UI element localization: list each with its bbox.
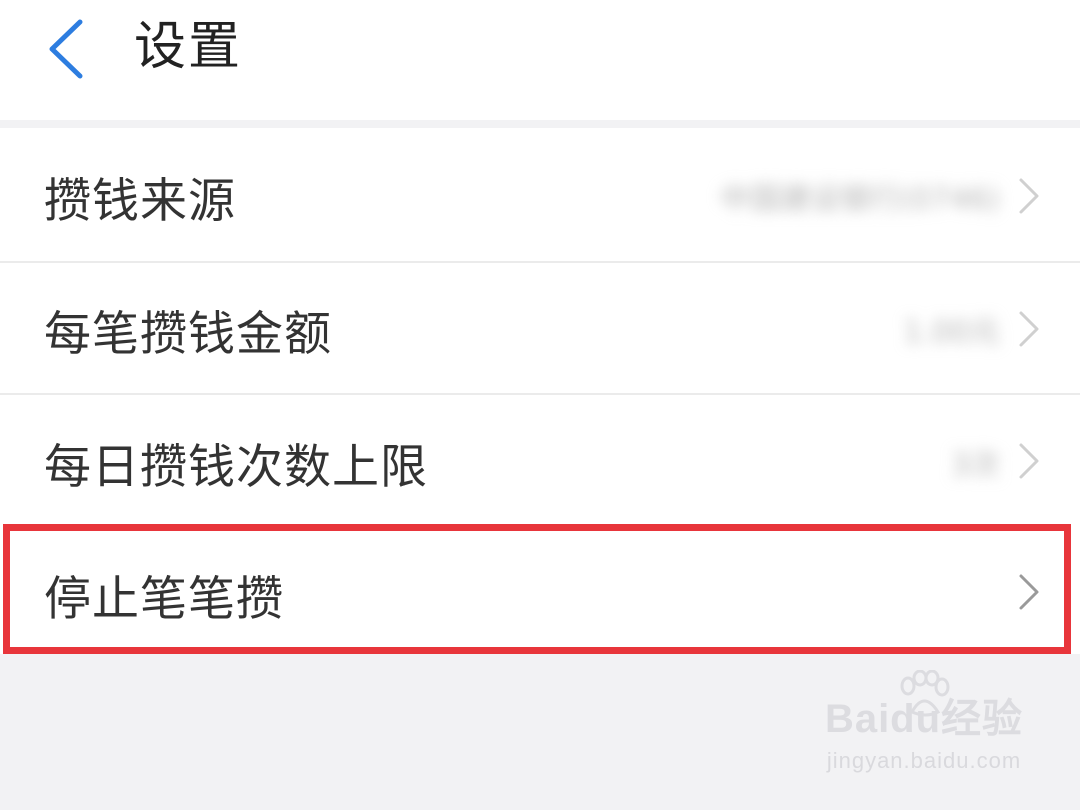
list-item-label: 攒钱来源 <box>44 174 236 229</box>
chevron-left-icon <box>49 19 83 79</box>
watermark: Baidu经验 jingyan.baidu.com <box>824 670 1024 780</box>
list-item-label: 每日攒钱次数上限 <box>44 440 428 495</box>
chevron-right-icon <box>1019 178 1039 214</box>
chevron-right-icon <box>1019 443 1039 479</box>
list-item-value: 中国建设银行(0746) <box>720 182 1000 217</box>
settings-list: 攒钱来源 中国建设银行(0746) 每笔攒钱金额 1.00元 每日攒钱次数上限 … <box>0 128 1080 654</box>
list-item-label: 停止笔笔攒 <box>44 572 284 627</box>
list-item-value: 1.00元 <box>903 315 1000 350</box>
list-item-savings-source[interactable]: 攒钱来源 中国建设银行(0746) <box>0 128 1080 263</box>
chevron-right-icon <box>1019 574 1039 610</box>
back-button[interactable] <box>30 14 100 84</box>
list-item-amount-per-save[interactable]: 每笔攒钱金额 1.00元 <box>0 263 1080 395</box>
list-item-stop-saving[interactable]: 停止笔笔攒 <box>0 526 1080 654</box>
watermark-url: jingyan.baidu.com <box>826 748 1022 773</box>
nav-bar: 设置 <box>0 0 1080 120</box>
page-title: 设置 <box>134 17 243 77</box>
settings-page: 设置 攒钱来源 中国建设银行(0746) 每笔攒钱金额 1.00元 每日攒钱次数… <box>0 0 1080 810</box>
list-item-daily-limit[interactable]: 每日攒钱次数上限 3次 <box>0 395 1080 526</box>
list-item-label: 每笔攒钱金额 <box>44 307 332 362</box>
list-item-value: 3次 <box>950 448 1000 483</box>
watermark-brand: Baidu经验 <box>824 697 1024 741</box>
chevron-right-icon <box>1019 311 1039 347</box>
